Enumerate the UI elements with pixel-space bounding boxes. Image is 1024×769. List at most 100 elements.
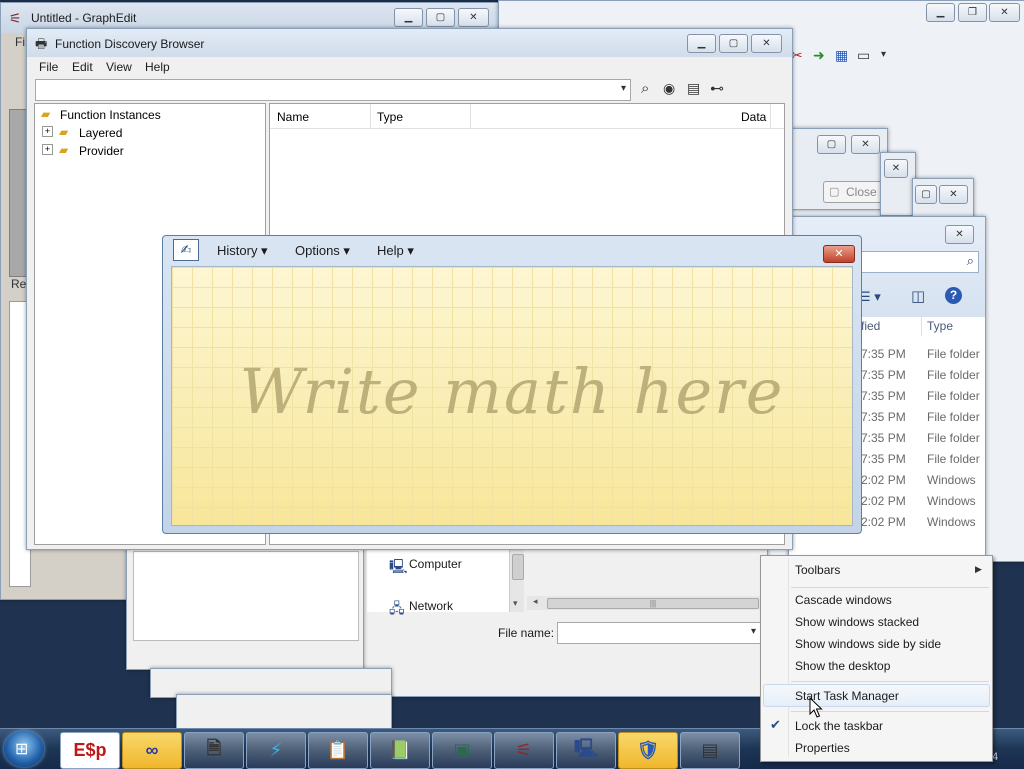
maximize-button[interactable]: ▢ [817,135,846,154]
file-row-type[interactable]: Windows [927,515,976,529]
restore-button[interactable]: ❐ [958,3,987,22]
taskbar-app-notepad[interactable]: 📋 [308,732,368,769]
menu-help[interactable]: Help [145,60,170,74]
writing-area[interactable]: Write math here [171,266,853,526]
taskbar-app-math-panel[interactable]: ▤ [680,732,740,769]
column-name[interactable]: Name [277,110,309,124]
menu-item-toolbars[interactable]: Toolbars [795,563,840,577]
taskbar-app-infinity[interactable]: ∞ [122,732,182,769]
close-button[interactable]: ✕ [458,8,489,27]
menu-item-cascade[interactable]: Cascade windows [795,593,892,607]
menu-item-lock-taskbar[interactable]: Lock the taskbar [795,719,883,733]
menu-view[interactable]: View [106,60,132,74]
file-row-modified[interactable]: 7:35 PM [861,431,906,445]
scroll-left-icon[interactable]: ◂ [533,596,538,607]
menu-options[interactable]: Options ▾ [295,243,350,259]
file-row-modified[interactable]: 7:35 PM [861,452,906,466]
expand-icon[interactable]: + [42,126,53,137]
start-button[interactable]: ⊞ [4,731,44,767]
address-combo[interactable]: ▾ [35,79,631,101]
file-row-modified[interactable]: 7:35 PM [861,347,906,361]
taskbar-app-graphedit[interactable]: ⚟ [494,732,554,769]
file-row-modified[interactable]: 7:35 PM [861,410,906,424]
help-icon[interactable]: ? [945,287,962,304]
horizontal-scrollbar[interactable]: ◂ ||| [527,596,763,610]
search-box[interactable]: ⌕ [859,251,979,273]
taskbar-app-document[interactable]: 🗎 [184,732,244,769]
maximize-button[interactable]: ▢ [915,185,937,204]
fdb-menubar: File Edit View Help [27,57,792,77]
menu-item-show-desktop[interactable]: Show the desktop [795,659,890,673]
close-button[interactable]: ✕ [939,185,968,204]
maximize-button[interactable]: ▢ [719,34,748,53]
file-row-modified[interactable]: 2:02 PM [861,473,906,487]
file-row-type[interactable]: Windows [927,494,976,508]
close-button[interactable]: ✕ [884,159,908,178]
toolbar-icon[interactable]: ▭ [857,47,870,64]
minimize-button[interactable]: ▁ [394,8,423,27]
menu-history[interactable]: History ▾ [217,243,268,259]
column-date-modified[interactable]: fied [861,319,880,333]
close-button[interactable]: ✕ [989,3,1020,22]
file-row-modified[interactable]: 2:02 PM [861,515,906,529]
column-type[interactable]: Type [927,319,953,333]
close-button[interactable]: ✕ [851,135,880,154]
menu-item-properties[interactable]: Properties [795,741,850,755]
column-data[interactable]: Data [741,110,766,124]
file-row-modified[interactable]: 7:35 PM [861,389,906,403]
file-row-modified[interactable]: 7:35 PM [861,368,906,382]
file-row-type[interactable]: File folder [927,389,980,403]
menu-file[interactable]: File [39,60,58,74]
view-icon[interactable]: ◉ [663,80,675,97]
tree-root[interactable]: Function Instances [60,108,161,122]
tree-item-layered[interactable]: Layered [79,126,122,140]
search-icon[interactable]: ⌕ [641,80,649,97]
taskbar-app-window[interactable]: ▣ [432,732,492,769]
chevron-down-icon[interactable]: ▾ [621,83,626,94]
file-row-modified[interactable]: 2:02 PM [861,494,906,508]
file-row-type[interactable]: File folder [927,347,980,361]
close-button[interactable]: ✕ [945,225,974,244]
file-row-type[interactable]: File folder [927,410,980,424]
menu-item-side-by-side[interactable]: Show windows side by side [795,637,941,651]
file-name-input[interactable]: ▾ [557,622,761,644]
column-type[interactable]: Type [377,110,403,124]
chevron-down-icon[interactable]: ▾ [881,49,886,60]
nav-item-network[interactable]: Network [409,599,453,613]
chevron-down-icon[interactable]: ▾ [751,626,756,637]
menu-help[interactable]: Help ▾ [377,243,414,259]
fdb-titlebar: 🖶 Function Discovery Browser ▁ ▢ ✕ [27,29,792,59]
menu-edit[interactable]: Edit [72,60,93,74]
close-button[interactable]: ✕ [823,245,855,263]
properties-icon[interactable]: ▤ [687,80,700,97]
minimize-button[interactable]: ▁ [687,34,716,53]
file-row-type[interactable]: File folder [927,368,980,382]
taskbar-app-lightning[interactable]: ⚡ [246,732,306,769]
file-row-type[interactable]: File folder [927,431,980,445]
nav-scrollbar[interactable]: ▾ [509,548,524,612]
menu-item-stacked[interactable]: Show windows stacked [795,615,919,629]
toolbar-icon[interactable]: ➜ [813,47,825,64]
graphedit-menu-fragment[interactable]: Fi [15,35,25,49]
minimize-button[interactable]: ▁ [926,3,955,22]
taskbar-app-esp[interactable]: E$p [60,732,120,769]
tree-view-icon[interactable]: ⊷ [710,80,724,97]
taskbar-app-security[interactable]: 🛡 [618,732,678,769]
chevron-down-icon[interactable]: ▾ [513,598,518,609]
tree-item-provider[interactable]: Provider [79,144,124,158]
scroll-thumb[interactable]: ||| [547,598,759,609]
nav-item-computer[interactable]: Computer [409,557,462,571]
taskbar-app-function-discovery[interactable]: 🖳 [556,732,616,769]
maximize-button[interactable]: ▢ [426,8,455,27]
view-options-icon[interactable]: ☰ ▾ [859,289,881,305]
scroll-thumb[interactable] [512,554,524,580]
toolbar-icon[interactable]: ▦ [835,47,848,64]
preview-pane-icon[interactable]: ◫ [911,287,925,305]
file-row-type[interactable]: File folder [927,452,980,466]
dialog-close-button[interactable]: ▢ Close [823,181,883,203]
file-row-type[interactable]: Windows [927,473,976,487]
taskbar-app-reader[interactable]: 📗 [370,732,430,769]
close-button[interactable]: ✕ [751,34,782,53]
file-name-label: File name: [498,626,555,640]
expand-icon[interactable]: + [42,144,53,155]
